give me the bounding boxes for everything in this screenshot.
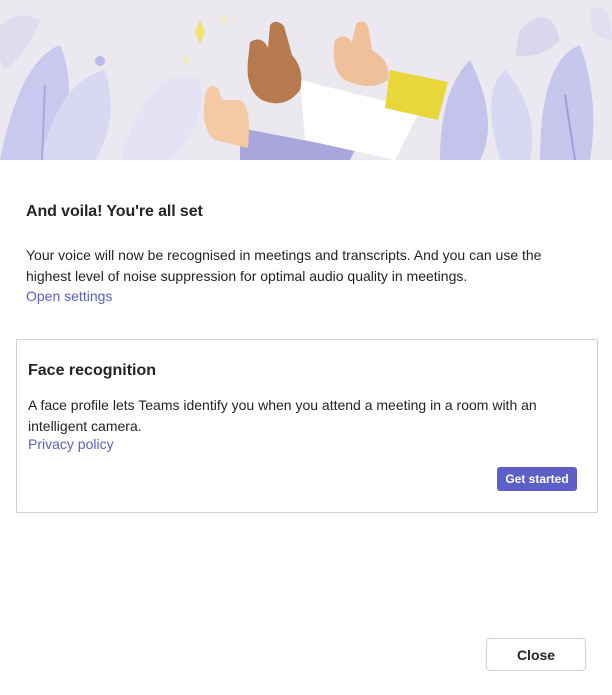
close-button[interactable]: Close (486, 638, 586, 671)
hero-illustration (0, 0, 612, 160)
face-recognition-description: A face profile lets Teams identify you w… (28, 397, 537, 434)
face-recognition-title: Face recognition (28, 362, 157, 379)
thumbs-up-illustration (0, 0, 612, 160)
main-description: Your voice will now be recognised in mee… (26, 247, 542, 284)
page-title: And voila! You're all set (26, 203, 203, 220)
privacy-policy-link[interactable]: Privacy policy (28, 436, 114, 452)
face-recognition-card: Face recognition A face profile lets Tea… (16, 339, 598, 513)
get-started-button[interactable]: Get started (497, 467, 577, 491)
open-settings-link[interactable]: Open settings (26, 288, 112, 304)
